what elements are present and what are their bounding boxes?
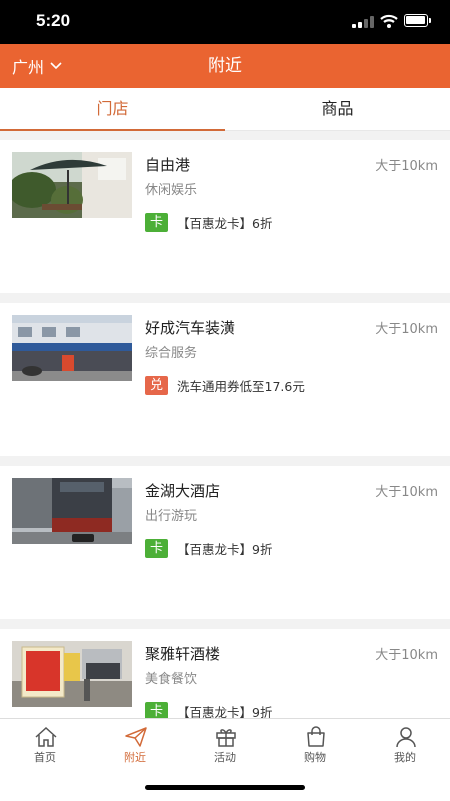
battery-icon (404, 14, 431, 27)
store-distance: 大于10km (375, 648, 438, 663)
store-distance: 大于10km (375, 485, 438, 500)
city-select[interactable]: 广州 (12, 44, 62, 88)
nav-label: 我的 (394, 751, 416, 764)
promo-text: 洗车通用券低至17.6元 (177, 378, 305, 394)
coupon-badge: 兑 (145, 375, 168, 395)
store-image (12, 315, 132, 381)
store-distance: 大于10km (375, 159, 438, 174)
promo-text: 【百惠龙卡】9折 (177, 704, 273, 719)
status-time: 5:20 (36, 11, 71, 30)
status-bar: 5:20 (0, 0, 450, 44)
card-badge: 卡 (145, 701, 168, 718)
promo-row: 卡 【百惠龙卡】9折 (145, 701, 272, 718)
nav-label: 购物 (304, 751, 326, 764)
store-category: 综合服务 (145, 346, 198, 361)
home-icon (35, 726, 57, 747)
store-name: 金湖大酒店 (145, 482, 221, 500)
store-card[interactable]: 金湖大酒店 大于10km 出行游玩 卡 【百惠龙卡】9折 (0, 466, 450, 619)
page-title: 附近 (208, 56, 242, 76)
nav-item-home[interactable]: 首页 (0, 719, 90, 767)
city-label: 广州 (12, 58, 45, 77)
gift-icon (216, 729, 236, 747)
promo-text: 【百惠龙卡】6折 (177, 215, 273, 231)
store-list[interactable]: 自由港 大于10km 休闲娱乐 卡 【百惠龙卡】6折 好成汽车装潢 大于10km… (0, 131, 450, 718)
store-name: 聚雅轩酒楼 (145, 645, 221, 663)
paper-plane-icon (125, 727, 147, 747)
store-card[interactable]: 好成汽车装潢 大于10km 综合服务 兑 洗车通用券低至17.6元 (0, 303, 450, 456)
nav-item-activities[interactable]: 活动 (180, 719, 270, 767)
tab-stores[interactable]: 门店 (0, 88, 225, 131)
store-image (12, 152, 132, 218)
store-image (12, 641, 132, 707)
store-category: 休闲娱乐 (145, 183, 198, 198)
card-badge: 卡 (145, 212, 168, 232)
signal-icon (352, 16, 374, 28)
nav-item-nearby[interactable]: 附近 (90, 719, 180, 767)
tab-products[interactable]: 商品 (225, 88, 450, 130)
nav-item-profile[interactable]: 我的 (360, 719, 450, 767)
wifi-icon (380, 14, 398, 28)
home-indicator (145, 785, 305, 790)
nav-item-shopping[interactable]: 购物 (270, 719, 360, 767)
promo-text: 【百惠龙卡】9折 (177, 541, 273, 557)
promo-row: 兑 洗车通用券低至17.6元 (145, 375, 305, 395)
store-category: 美食餐饮 (145, 672, 198, 687)
nav-label: 首页 (34, 751, 56, 764)
store-name: 好成汽车装潢 (145, 319, 236, 337)
shopping-bag-icon (307, 726, 325, 747)
store-card[interactable]: 自由港 大于10km 休闲娱乐 卡 【百惠龙卡】6折 (0, 140, 450, 293)
promo-row: 卡 【百惠龙卡】9折 (145, 538, 272, 558)
tab-bar: 门店 商品 (0, 88, 450, 131)
store-image (12, 478, 132, 544)
store-category: 出行游玩 (145, 509, 198, 524)
chevron-down-icon (50, 62, 62, 70)
store-distance: 大于10km (375, 322, 438, 337)
store-name: 自由港 (145, 156, 191, 174)
promo-row: 卡 【百惠龙卡】6折 (145, 212, 272, 232)
card-badge: 卡 (145, 538, 168, 558)
nav-label: 活动 (214, 751, 236, 764)
header: 广州 附近 (0, 44, 450, 88)
user-icon (396, 727, 416, 748)
nav-label: 附近 (124, 751, 146, 764)
store-card[interactable]: 聚雅轩酒楼 大于10km 美食餐饮 卡 【百惠龙卡】9折 (0, 629, 450, 718)
